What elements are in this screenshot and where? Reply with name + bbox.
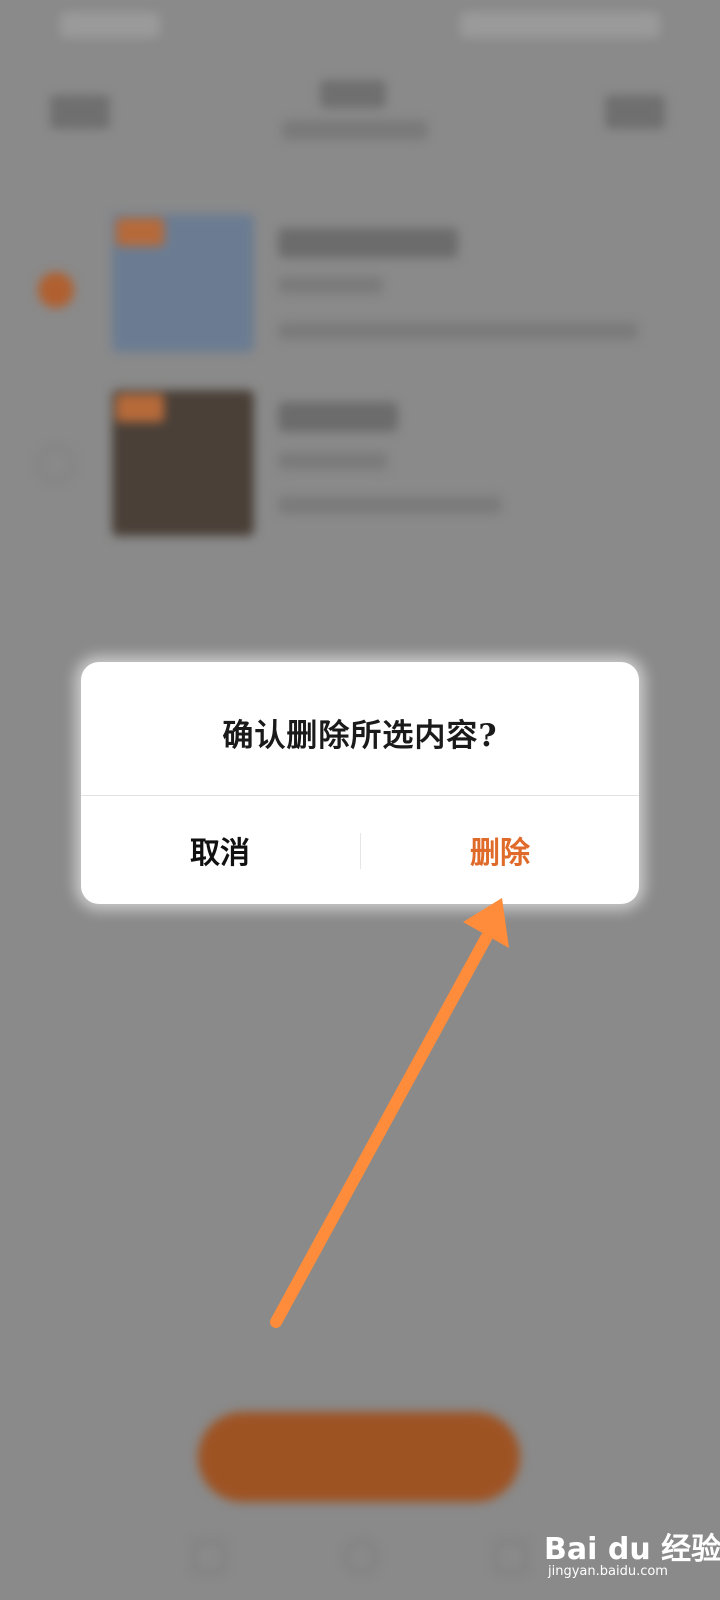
nav-back-icon <box>192 1540 226 1574</box>
watermark-url: jingyan.baidu.com <box>548 1564 668 1579</box>
watermark-brand: Bai du 经验 <box>544 1532 720 1567</box>
book-author-1 <box>278 276 383 294</box>
bottom-delete-button <box>198 1412 520 1502</box>
book-cover-2 <box>112 390 254 536</box>
status-bar-right <box>460 12 660 38</box>
book-author-2 <box>278 452 388 470</box>
book-progress-1 <box>278 322 638 340</box>
delete-button[interactable]: 删除 <box>361 796 639 904</box>
unselected-checkbox <box>38 446 74 482</box>
book-title-1 <box>278 228 458 258</box>
dialog-title: 确认删除所选内容? <box>222 718 498 754</box>
confirm-delete-dialog: 确认删除所选内容? 取消 删除 <box>81 662 639 904</box>
baidu-jingyan-watermark: Bai du 经验 jingyan.baidu.com <box>544 1524 720 1584</box>
nav-home-icon <box>344 1540 378 1574</box>
nav-recent-icon <box>494 1540 528 1574</box>
header-right-action <box>605 95 665 129</box>
cover-tag <box>116 218 164 246</box>
book-title-2 <box>278 402 398 432</box>
cancel-button[interactable]: 取消 <box>81 796 359 904</box>
cover-tag <box>116 394 164 422</box>
book-progress-2 <box>278 496 502 514</box>
header-subtitle <box>282 120 428 140</box>
book-cover-1 <box>112 214 254 352</box>
status-bar-left <box>60 12 160 38</box>
selected-checkbox <box>38 272 74 308</box>
header-left-action <box>50 95 110 129</box>
status-bar <box>60 12 660 40</box>
header-title <box>320 80 386 108</box>
